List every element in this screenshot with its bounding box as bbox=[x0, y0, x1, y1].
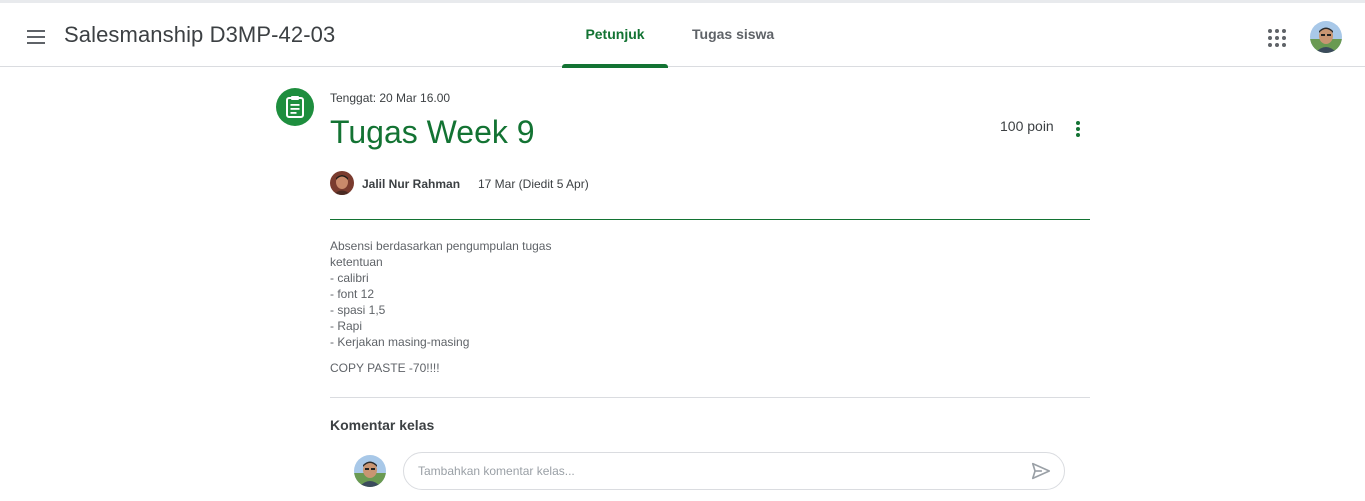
comment-input[interactable] bbox=[418, 462, 1018, 480]
apps-grid-icon[interactable] bbox=[1268, 29, 1286, 47]
class-comments-title: Komentar kelas bbox=[330, 417, 435, 433]
assignment-description: Absensi berdasarkan pengumpulan tugas ke… bbox=[330, 238, 551, 376]
author-avatar bbox=[330, 171, 354, 195]
description-line: - calibri bbox=[330, 271, 369, 285]
description-footer: COPY PASTE -70!!!! bbox=[330, 361, 440, 375]
description-gap bbox=[330, 350, 551, 360]
description-line: Absensi berdasarkan pengumpulan tugas bbox=[330, 239, 552, 253]
description-line: - Rapi bbox=[330, 319, 363, 333]
comments-divider bbox=[330, 397, 1090, 398]
active-tab-indicator bbox=[562, 64, 668, 68]
points-label: 100 poin bbox=[1000, 118, 1054, 134]
assignment-icon bbox=[276, 88, 314, 126]
class-title[interactable]: Salesmanship D3MP-42-03 bbox=[64, 22, 335, 48]
send-icon[interactable] bbox=[1030, 460, 1052, 482]
account-avatar[interactable] bbox=[1310, 21, 1342, 53]
posted-date: 17 Mar (Diedit 5 Apr) bbox=[478, 177, 589, 191]
header-divider bbox=[330, 219, 1090, 220]
commenter-avatar bbox=[354, 455, 386, 487]
description-line: - Kerjakan masing-masing bbox=[330, 335, 470, 349]
hamburger-menu-icon[interactable] bbox=[24, 25, 48, 49]
tab-tugas-siswa[interactable]: Tugas siswa bbox=[692, 26, 774, 42]
tab-petunjuk[interactable]: Petunjuk bbox=[562, 26, 668, 42]
assignment-title: Tugas Week 9 bbox=[330, 114, 535, 150]
more-options-icon[interactable] bbox=[1068, 119, 1088, 139]
author-name: Jalil Nur Rahman bbox=[362, 177, 461, 191]
comment-box bbox=[403, 452, 1065, 490]
description-line: - font 12 bbox=[330, 287, 375, 301]
description-line: ketentuan bbox=[330, 255, 383, 269]
description-line: - spasi 1,5 bbox=[330, 303, 386, 317]
top-app-bar: Salesmanship D3MP-42-03 Petunjuk Tugas s… bbox=[0, 0, 1365, 68]
due-date: Tenggat: 20 Mar 16.00 bbox=[330, 91, 451, 105]
